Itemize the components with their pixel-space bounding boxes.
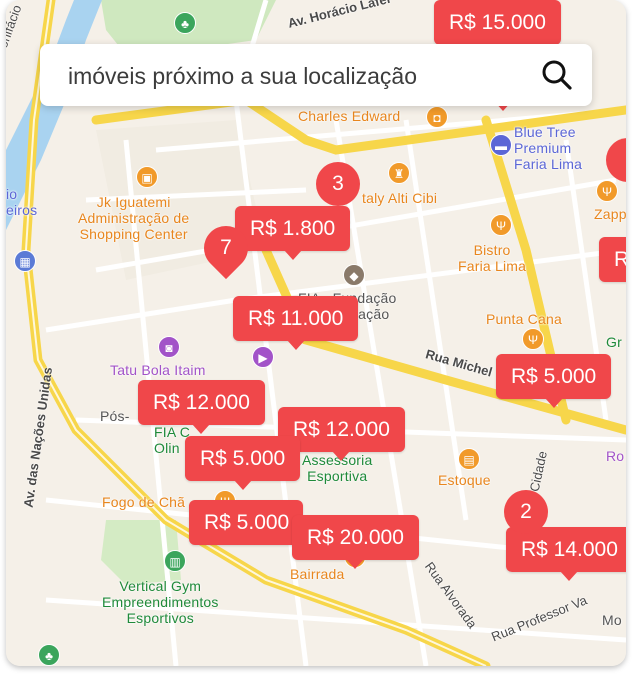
- price-marker[interactable]: R$ 20.000: [292, 515, 419, 569]
- shop-icon: ▤: [458, 448, 480, 470]
- poi-io: io: [6, 186, 18, 202]
- price-marker[interactable]: R$ 12.000: [138, 380, 265, 434]
- train-icon: ▦: [14, 250, 36, 272]
- gym-icon: ▥: [164, 550, 186, 572]
- hotel-icon: ▬: [490, 134, 512, 156]
- cluster-pin-marker[interactable]: 7: [194, 216, 258, 280]
- poi-bistro-faria-lima: Bistro Faria Lima: [458, 242, 526, 274]
- park-icon: ♣: [38, 644, 60, 666]
- poi-jk-iguatemi-line-2: Administração de: [78, 210, 190, 226]
- poi-bistro-line-1: Bistro: [473, 242, 511, 258]
- poi-bistro-line-2: Faria Lima: [458, 258, 527, 274]
- shopping-bag-icon: ▣: [136, 166, 158, 188]
- restaurant-icon: Ψ: [522, 328, 544, 350]
- poi-fogo-de-chao: Fogo de Chã: [102, 494, 186, 510]
- poi-blue-tree-line-3: Faria Lima: [514, 156, 583, 172]
- price-marker[interactable]: R$ 1.800: [235, 206, 351, 260]
- poi-gr: Gr: [606, 334, 622, 350]
- price-marker[interactable]: R$ 11.000: [233, 296, 359, 350]
- poi-ro: Ro: [606, 448, 625, 464]
- price-marker[interactable]: R$ 5.000: [189, 500, 303, 545]
- park-icon: ♣: [174, 12, 196, 34]
- price-marker[interactable]: R$ 15.000: [434, 0, 561, 54]
- poi-blue-tree-line-1: Blue Tree: [514, 124, 576, 140]
- search-input[interactable]: imóveis próximo a sua localização: [68, 63, 417, 90]
- poi-punta-cana: Punta Cana: [486, 311, 562, 327]
- poi-blue-tree: Blue Tree Premium Faria Lima: [514, 124, 582, 172]
- cluster-marker[interactable]: 2: [504, 490, 548, 534]
- poi-jk-iguatemi-line-1: Jk Iguatemi: [96, 194, 171, 210]
- cluster-marker[interactable]: 3: [316, 162, 360, 206]
- education-icon: ◆: [343, 264, 365, 286]
- poi-vertical-gym-line-1: Vertical Gym: [119, 578, 202, 594]
- poi-charles-edward: Charles Edward: [298, 108, 401, 124]
- poi-olin: Olin: [154, 440, 180, 456]
- restaurant-icon: Ψ: [596, 180, 618, 202]
- poi-taly-alti-cibi: taly Alti Cibi: [362, 190, 438, 206]
- cafe-icon: ◘: [426, 106, 448, 128]
- poi-blue-tree-line-2: Premium: [514, 140, 572, 156]
- search-icon[interactable]: [540, 58, 574, 92]
- price-marker[interactable]: R$ 5.000: [496, 354, 612, 408]
- poi-fia-c: FIA C: [154, 424, 191, 440]
- poi-jk-iguatemi-line-3: Shopping Center: [79, 226, 188, 242]
- poi-bairrada: Bairrada: [290, 566, 345, 582]
- drink-icon: ◙: [158, 336, 180, 358]
- map-view[interactable]: ♣ ▣ ♜ Ψ Ψ Ψ ▬ ◆ ◘ ◙ ▶ ▤ Ψ ▥ Ψ ▦ ♣ Charle…: [6, 0, 626, 666]
- poi-pos: Pós-: [100, 408, 130, 424]
- search-bar[interactable]: imóveis próximo a sua localização: [40, 44, 592, 106]
- basket-icon: ♜: [388, 162, 410, 184]
- poi-mo: Mo: [602, 612, 622, 628]
- cinema-icon: ▶: [252, 346, 274, 368]
- price-marker[interactable]: R$ 5.000: [185, 436, 301, 490]
- poi-estoque: Estoque: [438, 472, 491, 488]
- restaurant-icon: Ψ: [490, 214, 512, 236]
- poi-vertical-gym-line-3: Esportivos: [126, 610, 194, 626]
- poi-jk-iguatemi: Jk Iguatemi Administração de Shopping Ce…: [78, 194, 189, 242]
- poi-vertical-gym-line-2: Empreendimentos: [102, 594, 219, 610]
- cluster-pin-count: 7: [220, 236, 232, 259]
- poi-vertical-gym: Vertical Gym Empreendimentos Esportivos: [102, 578, 219, 626]
- poi-assessoria-line-2: Esportiva: [307, 468, 368, 484]
- poi-eiros: eiros: [6, 202, 38, 218]
- price-marker-edge[interactable]: R$: [599, 237, 626, 282]
- poi-tatu-bola-itaim: Tatu Bola Itaim: [110, 362, 206, 378]
- poi-zapp: Zapp: [594, 206, 626, 222]
